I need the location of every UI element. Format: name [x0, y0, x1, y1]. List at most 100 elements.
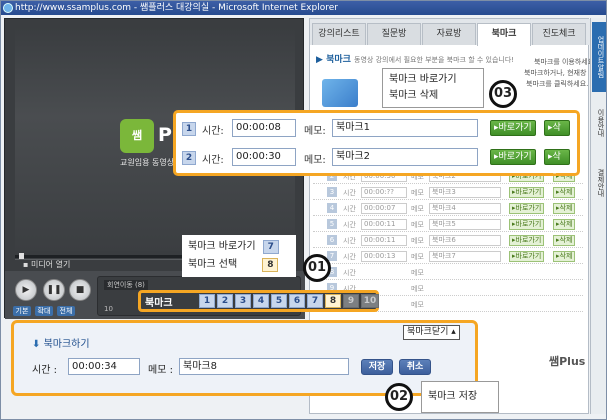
memo-label: 메모:: [304, 126, 326, 137]
tab-questions[interactable]: 질문방: [367, 23, 421, 45]
tip-num: 7: [262, 240, 279, 254]
bookmark-num: 2: [182, 151, 196, 165]
bookmark-number[interactable]: 3: [235, 294, 251, 308]
browser-window: http://www.ssamplus.com - 쌤플러스 대강의실 - Mi…: [0, 0, 607, 420]
logo-box: 쌤: [120, 119, 154, 153]
bookmark-row: 5 시간 00:00:11 메모 북마크5 ▸바로가기 ▸삭제: [313, 217, 583, 232]
time-field[interactable]: 00:00:11: [361, 235, 407, 246]
time-label: 시간: [343, 205, 356, 213]
tab-lecture-list[interactable]: 강의리스트: [312, 23, 366, 45]
side-tab-payment[interactable]: 결제안내: [592, 158, 606, 208]
window-title: http://www.ssamplus.com - 쌤플러스 대강의실 - Mi…: [15, 3, 338, 13]
save-time-field[interactable]: 00:00:34: [68, 358, 140, 375]
memo-field[interactable]: 북마크3: [429, 187, 501, 198]
save-button[interactable]: 저장: [361, 359, 393, 375]
side-tab-update[interactable]: 업데이트알림: [592, 22, 606, 92]
go-button[interactable]: ▸바로가기: [509, 203, 545, 214]
bookmark-number[interactable]: 4: [253, 294, 269, 308]
pause-button[interactable]: ❚❚: [43, 279, 65, 301]
tip-num: 8: [262, 258, 279, 272]
memo-field[interactable]: 북마크5: [429, 219, 501, 230]
memo-label: 메모: [411, 221, 424, 229]
bookmark-number-empty[interactable]: 9: [343, 294, 359, 308]
delete-button[interactable]: ▸삭제: [553, 235, 576, 246]
view-default-button[interactable]: 기본: [13, 306, 31, 316]
memo-field[interactable]: 북마크4: [429, 203, 501, 214]
time-label: 시간:: [202, 155, 224, 166]
stop-button[interactable]: ■: [69, 279, 91, 301]
go-bookmark-button[interactable]: ▸바로가기: [490, 149, 536, 165]
bookmark-number[interactable]: 6: [289, 294, 305, 308]
memo-field[interactable]: 북마크7: [429, 251, 501, 262]
tip-line-go: 북마크 바로가기: [389, 74, 457, 85]
time-label: 시간: [343, 269, 356, 277]
bottom-logo: 쌤Plus: [549, 355, 586, 368]
save-memo-label: 메모 :: [148, 365, 173, 376]
book-illustration-icon: [322, 79, 358, 107]
save-time-label: 시간 :: [32, 365, 57, 376]
bookmark-bar: 북마크 1 2 3 4 5 6 7 8 9 10: [138, 290, 379, 312]
ie-icon: [3, 3, 13, 13]
pause-icon: ❚❚: [46, 285, 62, 295]
tip-text: 북마크 선택: [188, 259, 238, 270]
time-field[interactable]: 00:00:07: [361, 203, 407, 214]
delete-button[interactable]: ▸삭제: [553, 203, 576, 214]
time-label: 시간: [343, 221, 356, 229]
arrow-down-icon: ⬇: [32, 339, 41, 350]
view-zoom-button[interactable]: 확대: [35, 306, 53, 316]
play-button[interactable]: ▶: [15, 279, 37, 301]
time-field[interactable]: 00:00:30: [232, 148, 296, 166]
heading-bullet: ▶: [316, 55, 327, 65]
go-bookmark-button[interactable]: ▸바로가기: [490, 120, 536, 136]
view-full-button[interactable]: 전체: [57, 306, 75, 316]
bookmark-num: 1: [182, 122, 196, 136]
time-field[interactable]: 00:00:11: [361, 219, 407, 230]
memo-label: 메모: [411, 205, 424, 213]
save-heading-text: 북마크하기: [43, 339, 90, 350]
tooltip-03: 북마크 바로가기 북마크 삭제: [382, 68, 484, 108]
bookmark-number[interactable]: 7: [307, 294, 323, 308]
memo-field[interactable]: 북마크6: [429, 235, 501, 246]
chapter-label: 회연이동 (8): [104, 280, 148, 290]
delete-bookmark-button[interactable]: ▸삭제: [544, 149, 570, 176]
delete-button[interactable]: ▸삭제: [553, 251, 576, 262]
delete-button[interactable]: ▸삭제: [553, 187, 576, 198]
tip-line-select: 북마크 선택 8: [188, 256, 290, 274]
delete-bookmark-button[interactable]: ▸삭제: [544, 120, 570, 147]
info-line-3: 북마크를 클릭하세요.: [526, 80, 589, 88]
bookmark-number-selected[interactable]: 8: [325, 294, 341, 308]
tab-bookmark[interactable]: 북마크: [477, 23, 531, 46]
go-button[interactable]: ▸바로가기: [509, 219, 545, 230]
page-label: 10: [104, 305, 113, 313]
tab-progress[interactable]: 진도체크: [532, 23, 586, 45]
go-button[interactable]: ▸바로가기: [509, 251, 545, 262]
tip-line-go: 북마크 바로가기 7: [188, 238, 290, 256]
time-field[interactable]: 00:00:08: [232, 119, 296, 137]
go-button[interactable]: ▸바로가기: [509, 187, 545, 198]
callout-bookmark-list: 1 시간: 00:00:08 메모: 북마크1 ▸바로가기 ▸삭제 2 시간: …: [173, 110, 580, 176]
stop-icon: ■: [75, 285, 85, 295]
bookmark-number[interactable]: 1: [199, 294, 215, 308]
time-field[interactable]: 00:00:13: [361, 251, 407, 262]
badge-02: 02: [385, 383, 413, 411]
tab-bar: 강의리스트 질문방 자료방 북마크 진도체크: [310, 19, 590, 46]
memo-label: 메모: [411, 253, 424, 261]
panel-heading: ▶ 북마크 동영상 강의에서 필요한 부분을 북마크 할 수 있습니다!: [316, 52, 514, 65]
bookmark-number-empty[interactable]: 10: [361, 294, 379, 308]
tab-materials[interactable]: 자료방: [422, 23, 476, 45]
cancel-button[interactable]: 취소: [399, 359, 431, 375]
bookmark-row: 3 시간 00:00:?? 메모 북마크3 ▸바로가기 ▸삭제: [313, 185, 583, 200]
save-heading: ⬇ 북마크하기: [32, 335, 90, 350]
close-bookmark-button[interactable]: 북마크닫기 ▴: [403, 325, 460, 340]
delete-button[interactable]: ▸삭제: [553, 219, 576, 230]
memo-field[interactable]: 북마크1: [332, 119, 478, 137]
bookmark-number[interactable]: 5: [271, 294, 287, 308]
row-num: 5: [327, 219, 337, 229]
memo-field[interactable]: 북마크2: [332, 148, 478, 166]
side-tab-guide[interactable]: 이용안내: [592, 98, 606, 148]
bookmark-row: 6 시간 00:00:11 메모 북마크6 ▸바로가기 ▸삭제: [313, 233, 583, 248]
save-memo-field[interactable]: 북마크8: [179, 358, 349, 375]
time-field[interactable]: 00:00:??: [361, 187, 407, 198]
go-button[interactable]: ▸바로가기: [509, 235, 545, 246]
bookmark-number[interactable]: 2: [217, 294, 233, 308]
